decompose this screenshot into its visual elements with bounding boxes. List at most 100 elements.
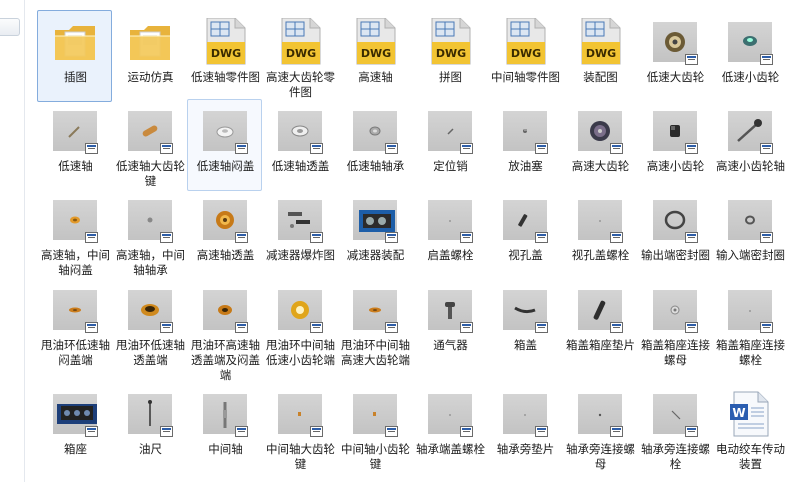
file-name-label: 轴承旁连接螺母 <box>566 442 635 471</box>
file-item[interactable]: 启盖螺栓 <box>412 188 487 280</box>
ring-part-icon <box>201 286 249 334</box>
file-item[interactable]: 减速器爆炸图 <box>262 188 337 280</box>
file-item[interactable]: 箱盖箱座垫片 <box>562 278 637 370</box>
nav-pane-button[interactable] <box>0 18 20 36</box>
file-item[interactable]: 低速轴闷盖 <box>187 99 262 191</box>
file-item[interactable]: 输出端密封圈 <box>637 188 712 280</box>
file-name-label: 高速轴 <box>358 70 393 84</box>
word-doc-icon: W <box>726 390 774 438</box>
file-item[interactable]: DWG 中间轴零件图 <box>487 10 562 102</box>
file-name-label: 放油塞 <box>508 159 543 173</box>
bolt-part-icon <box>651 390 699 438</box>
gear-part-icon <box>726 18 774 66</box>
file-item[interactable]: 箱盖 <box>487 278 562 370</box>
file-item[interactable]: 减速器装配 <box>337 188 412 280</box>
svg-text:DWG: DWG <box>436 47 466 60</box>
file-item[interactable]: DWG 低速轴零件图 <box>187 10 262 102</box>
file-name-label: 运动仿真 <box>127 70 174 84</box>
file-item[interactable]: 低速小齿轮 <box>712 10 787 102</box>
file-name-label: 轴承旁连接螺栓 <box>641 442 710 471</box>
file-name-label: 甩油环中间轴高速大齿轮端 <box>341 338 410 367</box>
file-item[interactable]: 油尺 <box>112 382 187 474</box>
file-item[interactable]: 放油塞 <box>487 99 562 191</box>
file-item[interactable]: 中间轴 <box>187 382 262 474</box>
file-item[interactable]: 高速轴，中间轴轴承 <box>112 188 187 280</box>
file-name-label: 低速轴透盖 <box>271 159 330 173</box>
file-item[interactable]: 甩油环中间轴高速大齿轮端 <box>337 278 412 370</box>
file-item[interactable]: 轴承端盖螺栓 <box>412 382 487 474</box>
file-name-label: 启盖螺栓 <box>427 248 474 262</box>
file-item[interactable]: 高速大齿轮 <box>562 99 637 191</box>
file-name-label: 拼图 <box>439 70 462 84</box>
file-name-label: 箱座 <box>64 442 87 456</box>
file-item[interactable]: 视孔盖螺栓 <box>562 188 637 280</box>
file-item[interactable]: 甩油环低速轴透盖端 <box>112 278 187 370</box>
file-item[interactable]: 通气器 <box>412 278 487 370</box>
file-item[interactable]: 高速小齿轮轴 <box>712 99 787 191</box>
file-item[interactable]: DWG 装配图 <box>562 10 637 102</box>
file-name-label: 高速小齿轮轴 <box>716 159 785 173</box>
file-name-label: 低速轴轴承 <box>346 159 405 173</box>
file-name-label: 高速轴，中间轴轴承 <box>116 248 185 277</box>
file-item[interactable]: 箱座 <box>37 382 112 474</box>
file-name-label: 中间轴 <box>208 442 243 456</box>
file-item[interactable]: 定位销 <box>412 99 487 191</box>
file-item[interactable]: 中间轴小齿轮键 <box>337 382 412 474</box>
file-item[interactable]: DWG 高速大齿轮零件图 <box>262 10 337 102</box>
file-name-label: 中间轴小齿轮键 <box>341 442 410 471</box>
file-name-label: 定位销 <box>433 159 468 173</box>
file-name-label: 减速器爆炸图 <box>266 248 335 262</box>
gasket-part-icon <box>576 286 624 334</box>
ring-part-icon <box>276 286 324 334</box>
svg-text:DWG: DWG <box>361 47 391 60</box>
file-name-label: 减速器装配 <box>346 248 405 262</box>
pin-part-icon <box>426 107 474 155</box>
file-item[interactable]: 箱盖箱座连接螺母 <box>637 278 712 370</box>
file-item[interactable]: 高速轴透盖 <box>187 188 262 280</box>
file-item[interactable]: 低速轴 <box>37 99 112 191</box>
folder-icon <box>126 18 174 66</box>
bearing-part-icon <box>126 196 174 244</box>
file-name-label: 输出端密封圈 <box>641 248 710 262</box>
file-item[interactable]: 低速轴大齿轮键 <box>112 99 187 191</box>
file-item[interactable]: 甩油环低速轴闷盖端 <box>37 278 112 370</box>
file-item[interactable]: 甩油环中间轴低速小齿轮端 <box>262 278 337 370</box>
file-name-label: 高速轴透盖 <box>196 248 255 262</box>
file-item[interactable]: 箱盖箱座连接螺栓 <box>712 278 787 370</box>
file-name-label: 箱盖箱座连接螺栓 <box>716 338 785 367</box>
file-name-label: 甩油环低速轴透盖端 <box>116 338 185 367</box>
ring-part-icon <box>351 286 399 334</box>
file-name-label: 甩油环高速轴透盖端及闷盖端 <box>191 338 260 382</box>
file-item[interactable]: DWG 高速轴 <box>337 10 412 102</box>
dwg-file-icon: DWG <box>351 17 399 66</box>
file-item[interactable]: 低速轴透盖 <box>262 99 337 191</box>
file-name-label: 低速轴大齿轮键 <box>116 159 185 188</box>
seal-part-icon <box>726 196 774 244</box>
file-name-label: 装配图 <box>583 70 618 84</box>
file-item[interactable]: 中间轴大齿轮键 <box>262 382 337 474</box>
file-item[interactable]: 甩油环高速轴透盖端及闷盖端 <box>187 278 262 382</box>
gear-part-icon <box>576 107 624 155</box>
file-item[interactable]: 视孔盖 <box>487 188 562 280</box>
dwg-file-icon: DWG <box>201 17 249 66</box>
gear-part-icon <box>651 18 699 66</box>
file-name-label: 油尺 <box>139 442 162 456</box>
cover-part-icon <box>501 196 549 244</box>
file-item[interactable]: 低速大齿轮 <box>637 10 712 102</box>
bolt-part-icon <box>576 196 624 244</box>
seal-part-icon <box>651 196 699 244</box>
file-item[interactable]: 轴承旁垫片 <box>487 382 562 474</box>
file-item[interactable]: 输入端密封圈 <box>712 188 787 280</box>
dwg-file-icon: DWG <box>576 17 624 66</box>
file-item[interactable]: 低速轴轴承 <box>337 99 412 191</box>
file-item[interactable]: 轴承旁连接螺母 <box>562 382 637 474</box>
file-name-label: 高速大齿轮 <box>571 159 630 173</box>
file-item[interactable]: W 电动绞车传动装置 <box>712 382 787 474</box>
dipstick-part-icon <box>126 390 174 438</box>
file-item[interactable]: 高速小齿轮 <box>637 99 712 191</box>
file-item[interactable]: DWG 拼图 <box>412 10 487 102</box>
file-item[interactable]: 轴承旁连接螺栓 <box>637 382 712 474</box>
file-item[interactable]: 高速轴，中间轴闷盖 <box>37 188 112 280</box>
file-item[interactable]: 运动仿真 <box>112 10 187 102</box>
file-item[interactable]: 插图 <box>37 10 112 102</box>
